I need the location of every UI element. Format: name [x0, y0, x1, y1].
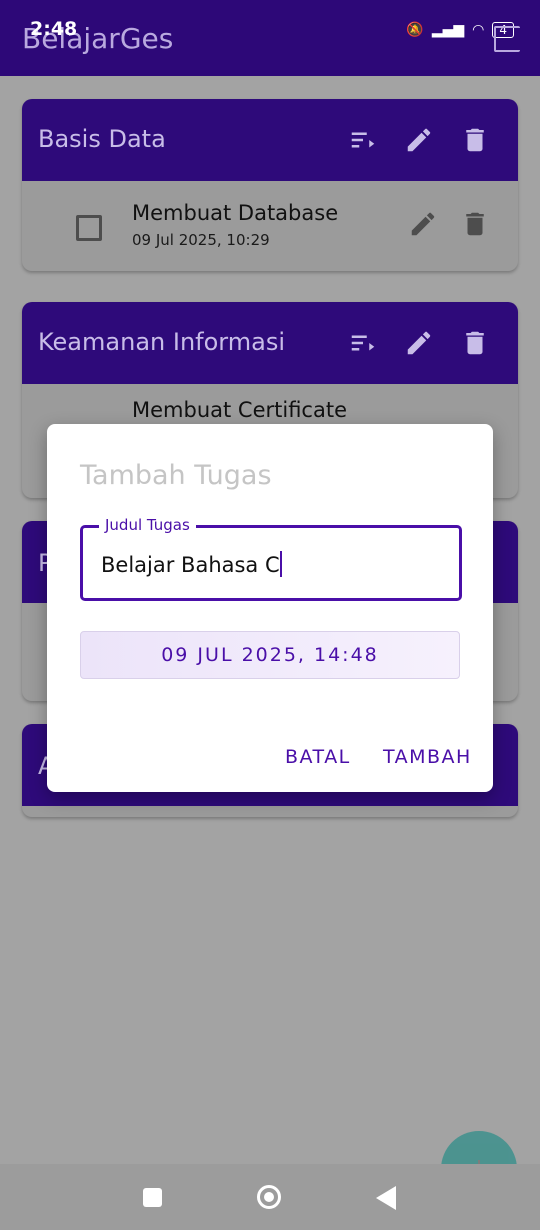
wifi-icon: ◠: [472, 22, 485, 38]
system-nav-bar: [0, 1164, 540, 1230]
logout-icon[interactable]: [494, 26, 520, 52]
task-title-input[interactable]: Judul Tugas Belajar Bahasa C: [80, 516, 462, 601]
category-card-basis-data: Basis Data Membuat Database 09 Jul 2025,…: [22, 99, 518, 271]
delete-icon[interactable]: [460, 125, 490, 155]
back-icon[interactable]: [376, 1186, 396, 1210]
task-title: Membuat Certificate: [132, 398, 347, 422]
task-checkbox[interactable]: [76, 215, 102, 241]
dialog-title: Tambah Tugas: [80, 460, 272, 491]
date-picker-button[interactable]: 09 JUL 2025, 14:48: [80, 631, 460, 679]
category-header: Keamanan Informasi: [22, 302, 518, 384]
task-date: 09 Jul 2025, 10:29: [132, 231, 270, 249]
category-title: Keamanan Informasi: [38, 328, 285, 356]
status-time: 2:48: [30, 18, 78, 40]
add-task-dialog: Tambah Tugas Judul Tugas Belajar Bahasa …: [47, 424, 493, 792]
category-header: Basis Data: [22, 99, 518, 181]
recents-icon[interactable]: [143, 1188, 162, 1207]
cancel-button[interactable]: BATAL: [285, 746, 351, 768]
task-edit-icon[interactable]: [408, 209, 438, 239]
category-title: Basis Data: [38, 125, 166, 153]
task-row: Membuat Database 09 Jul 2025, 10:29: [22, 181, 518, 271]
edit-icon[interactable]: [404, 125, 434, 155]
task-delete-icon[interactable]: [460, 209, 490, 239]
task-title: Membuat Database: [132, 201, 339, 225]
field-value[interactable]: Belajar Bahasa C: [101, 551, 282, 577]
add-button[interactable]: TAMBAH: [383, 746, 472, 768]
sort-icon[interactable]: [348, 328, 378, 358]
app-bar: BelajarGes 2:48 🔕 ▂▄▆ ◠ 4: [0, 0, 540, 76]
delete-icon[interactable]: [460, 328, 490, 358]
mute-icon: 🔕: [406, 22, 424, 38]
home-icon[interactable]: [257, 1185, 281, 1209]
edit-icon[interactable]: [404, 328, 434, 358]
signal-icon: ▂▄▆: [431, 22, 465, 38]
field-label: Judul Tugas: [99, 516, 196, 534]
sort-icon[interactable]: [348, 125, 378, 155]
text-caret: [279, 551, 282, 577]
